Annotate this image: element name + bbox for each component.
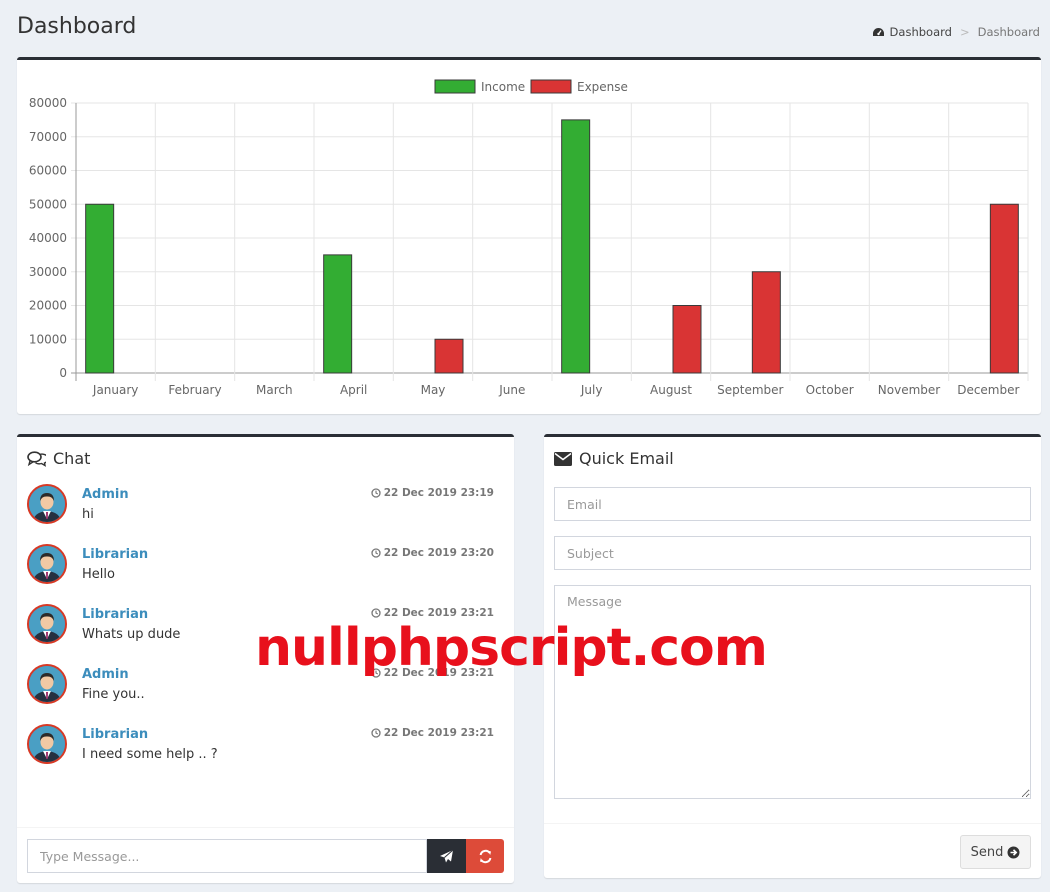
x-tick-label: January [92,383,139,397]
bar-expense [672,305,702,374]
y-tick-label: 80000 [29,96,67,110]
chat-message-text: hi [82,507,94,522]
quick-email-footer: Send [544,823,1041,878]
breadcrumb: Dashboard > Dashboard [872,25,1040,39]
chat-timestamp: 22 Dec 2019 23:21 [371,727,494,739]
chat-sender-name[interactable]: Librarian [82,547,148,562]
refresh-icon [478,849,493,864]
chat-time-text: 22 Dec 2019 23:21 [383,727,494,739]
y-tick-label: 50000 [29,197,67,211]
send-email-button[interactable]: Send [960,835,1031,869]
x-tick-label: April [340,383,367,397]
bar-expense [989,203,1019,374]
chat-message-text: Fine you.. [82,687,145,702]
x-tick-label: November [878,383,940,397]
legend-label-income: Income [481,80,525,94]
x-tick-label: December [957,383,1019,397]
chat-footer [17,827,514,883]
quick-email-header: Quick Email [554,449,674,468]
chat-timestamp: 22 Dec 2019 23:20 [371,547,494,559]
comments-icon [27,450,46,467]
breadcrumb-current: Dashboard [977,25,1040,39]
bar-income [323,254,353,374]
chat-sender-name[interactable]: Librarian [82,727,148,742]
chat-time-text: 22 Dec 2019 23:19 [383,487,494,499]
avatar[interactable] [27,484,67,524]
income-expense-chart: 0 10000 20000 30000 40000 50000 60000 70000 8000… [29,79,1029,397]
x-tick-label: February [168,383,221,397]
chat-message: Librarian I need some help .. ? 22 Dec 2… [27,724,504,784]
legend-label-expense: Expense [577,80,628,94]
chat-timestamp: 22 Dec 2019 23:19 [371,487,494,499]
avatar[interactable] [27,604,67,644]
chat-message-text: Hello [82,567,115,582]
watermark-text: nullphpscript.com [255,618,768,678]
breadcrumb-home-link[interactable]: Dashboard [890,25,952,39]
chat-message: Librarian Hello 22 Dec 2019 23:20 [27,544,504,604]
y-tick-label: 60000 [29,164,67,178]
breadcrumb-separator: > [959,25,970,39]
y-tick-label: 30000 [29,265,67,279]
avatar[interactable] [27,724,67,764]
clock-icon [371,608,381,618]
refresh-chat-button[interactable] [466,839,504,873]
subject-field[interactable] [554,536,1031,570]
chat-title: Chat [53,449,91,468]
y-tick-label: 10000 [29,332,67,346]
email-field[interactable] [554,487,1031,521]
clock-icon [371,488,381,498]
chat-time-text: 22 Dec 2019 23:20 [383,547,494,559]
chat-message-text: Whats up dude [82,627,181,642]
y-tick-label: 70000 [29,130,67,144]
x-tick-label: March [256,383,293,397]
x-tick-label: July [580,383,603,397]
paper-plane-icon [439,849,454,864]
page-title: Dashboard [17,14,137,39]
legend-swatch-expense [530,79,572,94]
clock-icon [371,548,381,558]
x-tick-label: August [650,383,692,397]
y-tick-label: 20000 [29,299,67,313]
bar-income [85,203,115,374]
envelope-icon [554,451,572,466]
x-tick-label: June [498,383,525,397]
chat-message: Admin hi 22 Dec 2019 23:19 [27,484,504,544]
dashboard-icon [872,27,885,38]
income-expense-chart-box: 0 10000 20000 30000 40000 50000 60000 70000 8000… [17,57,1041,414]
send-message-button[interactable] [427,839,466,873]
chat-header: Chat [27,449,90,468]
y-tick-label: 40000 [29,231,67,245]
x-tick-label: October [806,383,854,397]
y-tick-label: 0 [59,366,67,380]
avatar[interactable] [27,544,67,584]
x-tick-label: September [717,383,783,397]
send-label: Send [970,844,1004,860]
chat-message-input[interactable] [27,839,427,873]
arrow-circle-right-icon [1007,846,1020,859]
legend-swatch-income [434,79,476,94]
bar-expense [751,271,781,374]
chat-sender-name[interactable]: Admin [82,667,129,682]
avatar[interactable] [27,664,67,704]
quick-email-title: Quick Email [579,449,674,468]
bar-income [561,119,591,374]
chat-sender-name[interactable]: Admin [82,487,129,502]
chat-message-text: I need some help .. ? [82,747,218,762]
x-tick-label: May [421,383,446,397]
chat-sender-name[interactable]: Librarian [82,607,148,622]
bar-expense [434,338,464,374]
clock-icon [371,728,381,738]
